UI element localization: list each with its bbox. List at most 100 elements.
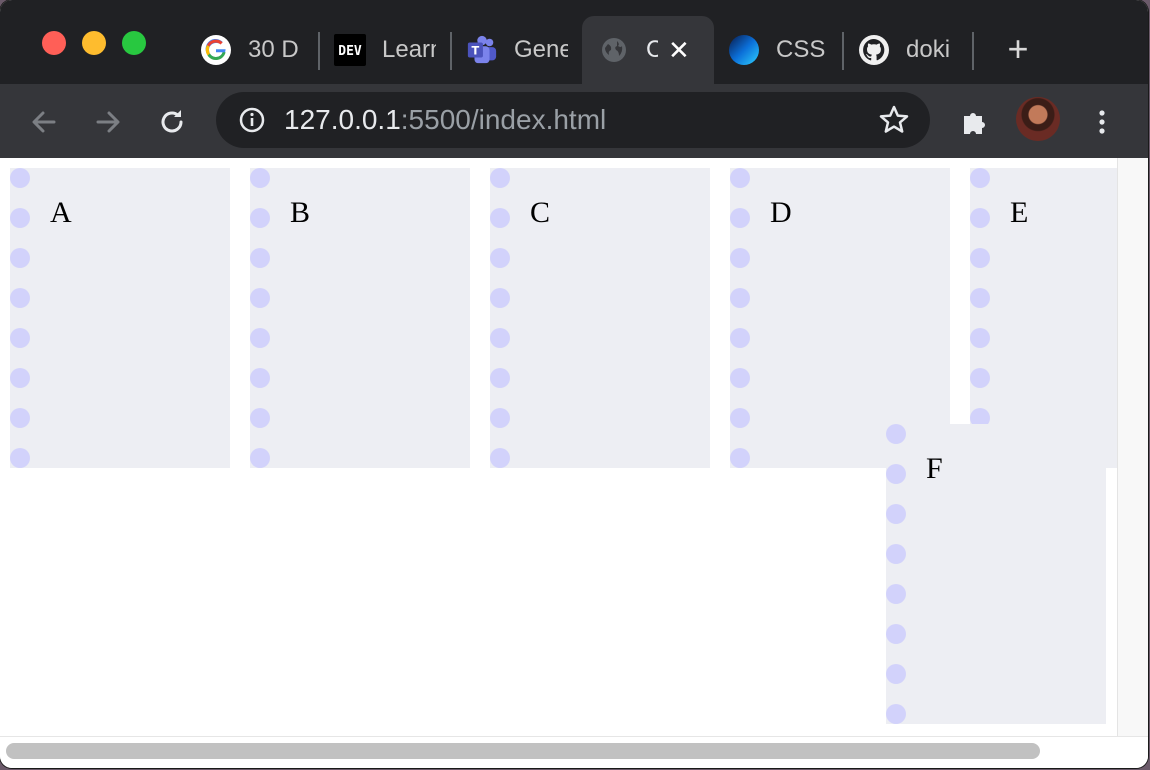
card-f: F bbox=[886, 424, 1106, 724]
card-dot bbox=[886, 504, 906, 524]
card-dot bbox=[490, 448, 510, 468]
svg-text:T: T bbox=[472, 45, 480, 58]
url-path: :5500/index.html bbox=[400, 104, 607, 135]
dev-icon: DEV bbox=[334, 34, 366, 66]
card-dot bbox=[730, 448, 750, 468]
puzzle-icon bbox=[964, 113, 985, 134]
tab-github[interactable]: doki bbox=[858, 16, 958, 84]
card-a: A bbox=[10, 168, 230, 468]
card-dot bbox=[10, 368, 30, 388]
github-icon bbox=[858, 34, 890, 66]
card-c: C bbox=[490, 168, 710, 468]
card-dot bbox=[490, 288, 510, 308]
card-letter: C bbox=[530, 196, 551, 229]
card-letter: F bbox=[926, 452, 943, 485]
card-letter: A bbox=[50, 196, 72, 229]
tab-strip: 30 D DEV Learn T bbox=[0, 0, 1148, 84]
card-dot bbox=[490, 328, 510, 348]
page-content: A B C D E F bbox=[0, 158, 1148, 736]
browser-window: 30 D DEV Learn T bbox=[0, 0, 1148, 768]
card-dot bbox=[886, 544, 906, 564]
zoom-window-button[interactable] bbox=[122, 31, 146, 55]
card-letter: E bbox=[1010, 196, 1029, 229]
card-dot bbox=[886, 704, 906, 724]
card-dot bbox=[886, 664, 906, 684]
profile-avatar[interactable] bbox=[1016, 97, 1060, 141]
more-vert-icon bbox=[1099, 110, 1105, 134]
card-dot bbox=[730, 168, 750, 188]
svg-text:DEV: DEV bbox=[338, 44, 362, 59]
vertical-scrollbar[interactable] bbox=[1117, 158, 1148, 736]
card-dot bbox=[250, 248, 270, 268]
new-tab-button[interactable]: + bbox=[1000, 30, 1036, 70]
tab-css[interactable]: CSS bbox=[728, 16, 834, 84]
card-dot bbox=[10, 408, 30, 428]
card-dot bbox=[886, 464, 906, 484]
card-dot bbox=[490, 248, 510, 268]
tab-title: CSS bbox=[776, 36, 826, 63]
card-letter: B bbox=[290, 196, 311, 229]
card-dot bbox=[886, 584, 906, 604]
tab-title: doki bbox=[906, 36, 951, 63]
card-dot bbox=[730, 288, 750, 308]
card-letter: D bbox=[770, 196, 792, 229]
card-dot bbox=[250, 168, 270, 188]
card-dot bbox=[730, 248, 750, 268]
extensions-button[interactable] bbox=[954, 102, 994, 142]
reload-icon bbox=[161, 110, 183, 133]
tab-title: Gene bbox=[514, 36, 568, 63]
url-host: 127.0.0.1 bbox=[284, 104, 401, 135]
card-dot bbox=[10, 248, 30, 268]
tab-title: Learn bbox=[382, 36, 436, 63]
info-icon[interactable] bbox=[238, 106, 266, 134]
reload-button[interactable] bbox=[152, 102, 192, 142]
card-dot bbox=[250, 408, 270, 428]
teams-icon: T bbox=[466, 34, 498, 66]
menu-button[interactable] bbox=[1082, 102, 1122, 142]
card-dot bbox=[730, 368, 750, 388]
back-arrow-icon bbox=[32, 111, 56, 133]
back-button[interactable] bbox=[24, 102, 64, 142]
card-dot bbox=[490, 168, 510, 188]
tab-active[interactable]: C ✕ bbox=[582, 16, 714, 84]
card-dot bbox=[730, 328, 750, 348]
card-d: D bbox=[730, 168, 950, 468]
tab-dev[interactable]: DEV Learn bbox=[334, 16, 440, 84]
globe-icon bbox=[598, 34, 630, 66]
card-dot bbox=[10, 288, 30, 308]
forward-button[interactable] bbox=[88, 102, 128, 142]
card-dot bbox=[970, 368, 990, 388]
bookmark-star-icon[interactable] bbox=[878, 104, 910, 136]
card-dot bbox=[10, 328, 30, 348]
tab-title: C bbox=[646, 36, 658, 63]
card-dot bbox=[10, 448, 30, 468]
card-dot bbox=[490, 208, 510, 228]
card-dot bbox=[970, 248, 990, 268]
tab-separator bbox=[842, 32, 844, 70]
card-b: B bbox=[250, 168, 470, 468]
google-icon bbox=[200, 34, 232, 66]
close-tab-icon[interactable]: ✕ bbox=[668, 35, 690, 66]
forward-arrow-icon bbox=[96, 111, 120, 133]
scrollbar-thumb[interactable] bbox=[6, 743, 1040, 759]
card-dot bbox=[730, 208, 750, 228]
tab-separator bbox=[318, 32, 320, 70]
card-dot bbox=[730, 408, 750, 428]
card-dot bbox=[250, 208, 270, 228]
card-dot bbox=[970, 328, 990, 348]
minimize-window-button[interactable] bbox=[82, 31, 106, 55]
card-dot bbox=[250, 368, 270, 388]
horizontal-scrollbar[interactable] bbox=[0, 736, 1148, 768]
close-window-button[interactable] bbox=[42, 31, 66, 55]
tab-google[interactable]: 30 D bbox=[200, 16, 306, 84]
tab-teams[interactable]: T Gene bbox=[466, 16, 572, 84]
card-dot bbox=[250, 328, 270, 348]
card-dot bbox=[886, 624, 906, 644]
card-dot bbox=[10, 208, 30, 228]
card-dot bbox=[970, 208, 990, 228]
url-text: 127.0.0.1:5500/index.html bbox=[284, 104, 606, 136]
tab-separator bbox=[450, 32, 452, 70]
blue-sphere-icon bbox=[728, 34, 760, 66]
address-bar[interactable]: 127.0.0.1:5500/index.html bbox=[216, 92, 930, 148]
card-dot bbox=[250, 448, 270, 468]
